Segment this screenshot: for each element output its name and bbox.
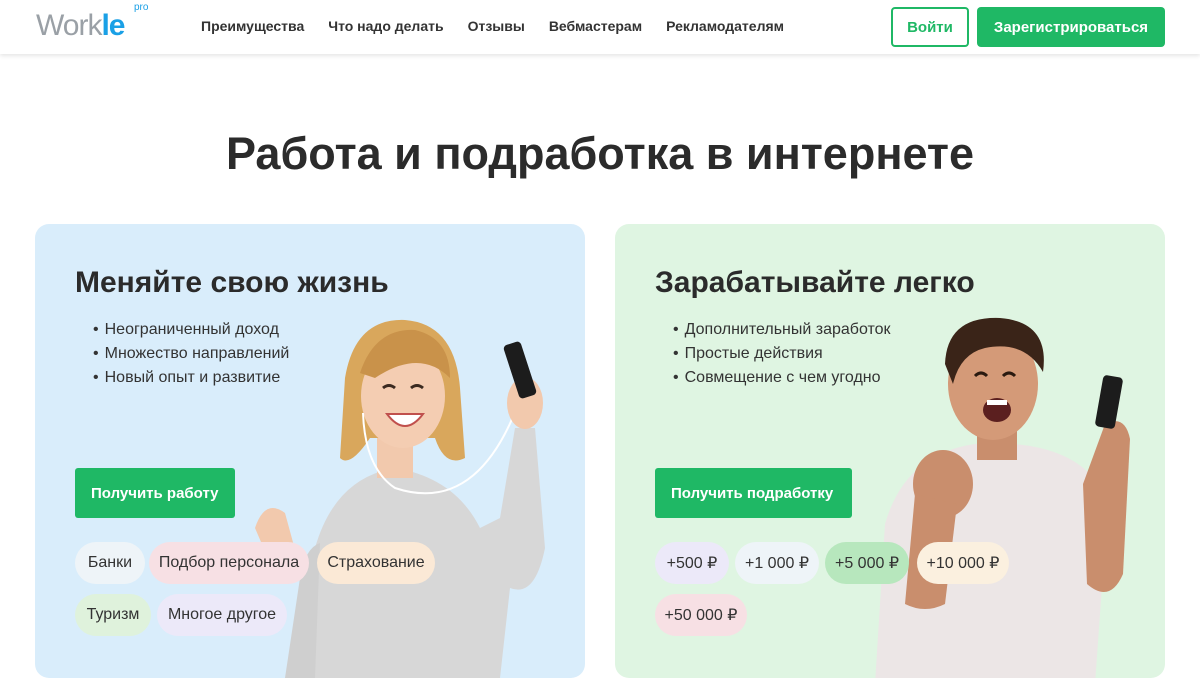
get-side-job-button[interactable]: Получить подработку (655, 468, 852, 518)
benefit-item: Новый опыт и развитие (93, 366, 289, 390)
chip-500[interactable]: +500 ₽ (655, 542, 729, 584)
card-job-title: Меняйте свою жизнь (75, 266, 389, 299)
man-with-phone-illustration (875, 317, 1130, 678)
workle-logo[interactable]: Workle pro (36, 2, 148, 44)
chip-insurance[interactable]: Страхование (317, 542, 435, 584)
benefit-item: Простые действия (673, 342, 891, 366)
card-job-benefits: Неограниченный доход Множество направлен… (93, 318, 290, 390)
benefit-item: Дополнительный заработок (673, 318, 891, 342)
logo-superscript: pro (134, 2, 149, 13)
nav-link-webmasters[interactable]: Вебмастерам (549, 18, 642, 34)
benefit-item: Неограниченный доход (93, 318, 289, 342)
main-nav: Преимущества Что надо делать Отзывы Вебм… (201, 18, 808, 34)
register-button[interactable]: Зарегистрироваться (977, 7, 1165, 47)
chip-10000[interactable]: +10 000 ₽ (917, 542, 1009, 584)
card-side-job-title: Зарабатывайте легко (655, 266, 975, 299)
benefit-item: Множество направлений (93, 342, 290, 366)
logo-word-accent: le (101, 9, 125, 42)
woman-with-phone-illustration (255, 319, 545, 678)
benefit-item: Совмещение с чем угодно (673, 366, 891, 390)
login-button[interactable]: Войти (891, 7, 969, 47)
nav-link-reviews[interactable]: Отзывы (468, 18, 525, 34)
logo-word-main: Work (36, 9, 102, 42)
card-side-job: Зарабатывайте легко Дополнительный зараб… (615, 224, 1165, 678)
nav-link-advantages[interactable]: Преимущества (201, 18, 304, 34)
chip-50000[interactable]: +50 000 ₽ (655, 594, 747, 636)
nav-link-what-to-do[interactable]: Что надо делать (328, 18, 443, 34)
chip-tourism[interactable]: Туризм (75, 594, 151, 636)
chip-5000[interactable]: +5 000 ₽ (825, 542, 909, 584)
page-title: Работа и подработка в интернете (226, 128, 974, 179)
chip-much-more[interactable]: Многое другое (157, 594, 287, 636)
site-header: Workle pro Преимущества Что надо делать … (0, 0, 1200, 54)
card-job: Меняйте свою жизнь Неограниченный доход … (35, 224, 585, 678)
chip-1000[interactable]: +1 000 ₽ (735, 542, 819, 584)
nav-link-advertisers[interactable]: Рекламодателям (666, 18, 784, 34)
chip-banks[interactable]: Банки (75, 542, 145, 584)
chip-recruitment[interactable]: Подбор персонала (149, 542, 309, 584)
get-job-button[interactable]: Получить работу (75, 468, 235, 518)
card-side-job-benefits: Дополнительный заработок Простые действи… (673, 318, 891, 390)
